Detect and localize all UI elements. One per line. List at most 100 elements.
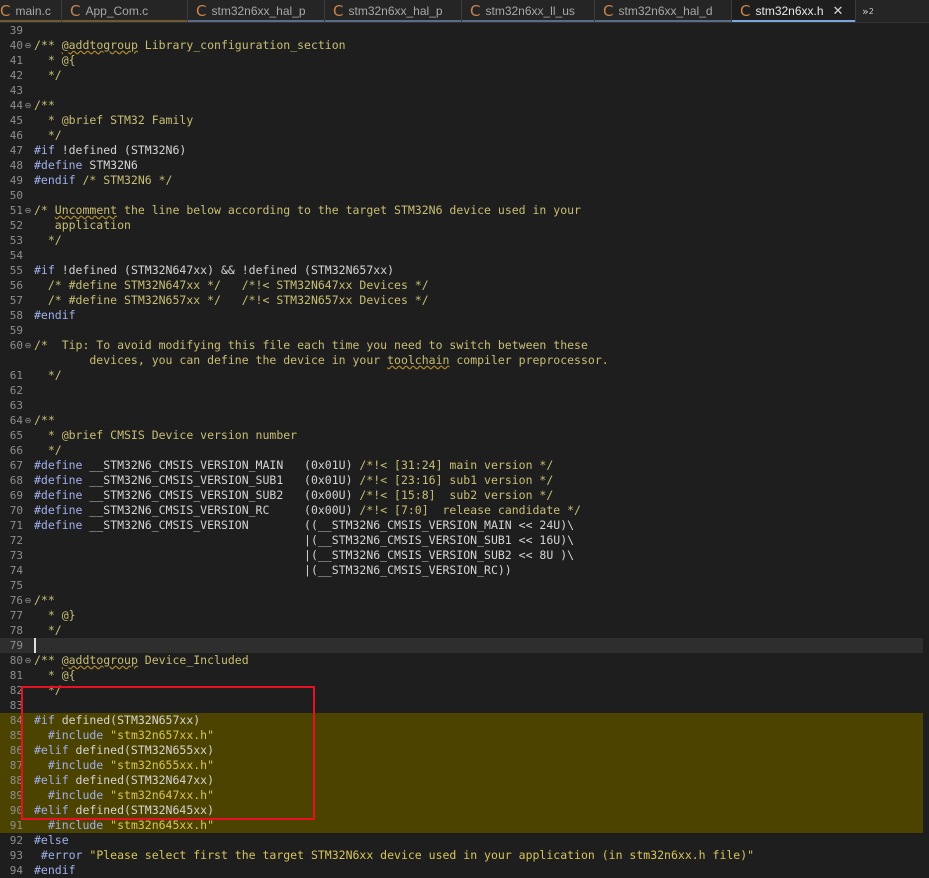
code-line[interactable]: 93 #error "Please select first the targe…	[0, 848, 929, 863]
code-line[interactable]: 92 #else	[0, 833, 929, 848]
fold-collapse-icon[interactable]: ⊖	[24, 593, 32, 608]
code-line[interactable]: 77 * @}	[0, 608, 929, 623]
code-text: /** @addtogroup Library_configuration_se…	[34, 38, 346, 53]
tab-stm32n6xx-hal-p[interactable]: Cstm32n6xx_hal_p	[188, 0, 325, 22]
code-line[interactable]: 70 #define __STM32N6_CMSIS_VERSION_RC (0x…	[0, 503, 929, 518]
code-text: #error "Please select first the target S…	[34, 848, 754, 863]
tab-overflow-chevron-icon: »	[862, 4, 869, 18]
code-line[interactable]: 47 #if !defined (STM32N6)	[0, 143, 929, 158]
code-line[interactable]: 39	[0, 23, 929, 38]
code-line[interactable]: 56 /* #define STM32N647xx */ /*!< STM32N…	[0, 278, 929, 293]
code-line[interactable]: 65 * @brief CMSIS Device version number	[0, 428, 929, 443]
code-line[interactable]: 51 ⊖/* Uncomment the line below according…	[0, 203, 929, 218]
code-token: /* STM32N6 */	[75, 173, 173, 187]
line-number: 87	[9, 759, 23, 772]
code-line[interactable]: 44 ⊖/**	[0, 98, 929, 113]
tab-main-c[interactable]: Cmain.c	[0, 0, 62, 22]
code-token: */	[34, 233, 62, 247]
code-line[interactable]: 71 #define __STM32N6_CMSIS_VERSION ((__ST…	[0, 518, 929, 533]
code-line[interactable]: 80 ⊖/** @addtogroup Device_Included	[0, 653, 929, 668]
line-number: 72	[9, 534, 23, 547]
close-tab-icon[interactable]: ✕	[833, 4, 844, 19]
line-number: 58	[9, 309, 23, 322]
code-line[interactable]: 57 /* #define STM32N657xx */ /*!< STM32N…	[0, 293, 929, 308]
code-token: @addtogroup	[61, 653, 138, 667]
tab-underline	[595, 20, 731, 22]
fold-collapse-icon[interactable]: ⊖	[24, 98, 32, 113]
line-number: 74	[9, 564, 23, 577]
code-line[interactable]: 54	[0, 248, 929, 263]
fold-collapse-icon[interactable]: ⊖	[24, 38, 32, 53]
code-line[interactable]: 81 * @{	[0, 668, 929, 683]
vertical-scrollbar[interactable]	[923, 23, 929, 864]
code-line[interactable]: 58 #endif	[0, 308, 929, 323]
code-line[interactable]: 72 |(__STM32N6_CMSIS_VERSION_SUB1 << 16U…	[0, 533, 929, 548]
code-token: * @brief STM32 Family	[34, 113, 194, 127]
code-line[interactable]: 53 */	[0, 233, 929, 248]
line-number: 92	[9, 834, 23, 847]
code-line[interactable]: 55 #if !defined (STM32N647xx) && !defined…	[0, 263, 929, 278]
annotation-highlight-box	[21, 686, 315, 820]
tab-underline	[325, 20, 461, 22]
tab-stm32n6xx-h[interactable]: Cstm32n6xx.h ✕	[732, 0, 856, 22]
tab-stm32n6xx-hal-d[interactable]: Cstm32n6xx_hal_d	[595, 0, 732, 22]
code-line[interactable]: 41 * @{	[0, 53, 929, 68]
line-number: 46	[9, 129, 23, 142]
code-line[interactable]: 63	[0, 398, 929, 413]
code-text: /* #define STM32N647xx */ /*!< STM32N647…	[34, 278, 429, 293]
c-file-icon: C	[0, 2, 11, 20]
code-token: |(__STM32N6_CMSIS_VERSION_RC))	[34, 563, 512, 577]
code-token: /**	[34, 98, 55, 112]
line-number: 77	[9, 609, 23, 622]
code-line[interactable]: 42 */	[0, 68, 929, 83]
code-line[interactable]: 50	[0, 188, 929, 203]
line-number: 94	[9, 864, 23, 877]
code-line[interactable]: 49 #endif /* STM32N6 */	[0, 173, 929, 188]
code-line[interactable]: 64 ⊖/**	[0, 413, 929, 428]
fold-collapse-icon[interactable]: ⊖	[24, 413, 32, 428]
code-token: * @}	[34, 608, 76, 622]
tab-overflow-button[interactable]: » 2	[856, 0, 874, 22]
code-token: #endif	[34, 308, 76, 322]
code-line[interactable]: 45 * @brief STM32 Family	[0, 113, 929, 128]
editor-tab-bar: Cmain.c C App_Com.c Cstm32n6xx_hal_p Cstm32n…	[0, 0, 929, 23]
code-line[interactable]: 69 #define __STM32N6_CMSIS_VERSION_SUB2 (…	[0, 488, 929, 503]
code-token: * @{	[34, 668, 76, 682]
code-line[interactable]: 43	[0, 83, 929, 98]
code-line[interactable]: 75	[0, 578, 929, 593]
code-line[interactable]: 61 */	[0, 368, 929, 383]
c-file-icon: C	[70, 2, 81, 20]
code-line[interactable]: 62	[0, 383, 929, 398]
code-line[interactable]: 94 #endif	[0, 863, 929, 878]
code-line[interactable]: 52 application	[0, 218, 929, 233]
code-line[interactable]: 78 */	[0, 623, 929, 638]
code-line[interactable]: 79	[0, 638, 929, 653]
code-line[interactable]: 73 |(__STM32N6_CMSIS_VERSION_SUB2 << 8U …	[0, 548, 929, 563]
code-line[interactable]: 48 #define STM32N6	[0, 158, 929, 173]
c-file-icon: C	[470, 2, 481, 20]
code-line[interactable]: 59	[0, 323, 929, 338]
fold-collapse-icon[interactable]: ⊖	[24, 203, 32, 218]
code-line[interactable]: devices, you can define the device in yo…	[0, 353, 929, 368]
code-line[interactable]: 67 #define __STM32N6_CMSIS_VERSION_MAIN (…	[0, 458, 929, 473]
tab-app-com-c[interactable]: C App_Com.c	[62, 0, 188, 22]
code-line[interactable]: 76 ⊖/**	[0, 593, 929, 608]
code-token: #define	[34, 488, 83, 502]
code-token: /* #define STM32N647xx */ /*!< STM32N647…	[34, 278, 429, 292]
code-line[interactable]: 46 */	[0, 128, 929, 143]
code-token: #define	[34, 518, 83, 532]
c-file-icon: C	[333, 2, 344, 20]
line-number: 83	[9, 699, 23, 712]
fold-collapse-icon[interactable]: ⊖	[24, 338, 32, 353]
code-line[interactable]: 40 ⊖/** @addtogroup Library_configuration…	[0, 38, 929, 53]
code-token: #if	[34, 143, 55, 157]
code-line[interactable]: 74 |(__STM32N6_CMSIS_VERSION_RC))	[0, 563, 929, 578]
code-line[interactable]: 91 #include "stm32n645xx.h"	[0, 818, 929, 833]
code-line[interactable]: 66 */	[0, 443, 929, 458]
code-token: */	[34, 68, 62, 82]
code-line[interactable]: 60 ⊖/* Tip: To avoid modifying this file …	[0, 338, 929, 353]
tab-stm32n6xx-hal-p[interactable]: Cstm32n6xx_hal_p	[325, 0, 462, 22]
tab-stm32n6xx-ll-us[interactable]: Cstm32n6xx_ll_us	[462, 0, 595, 22]
fold-collapse-icon[interactable]: ⊖	[24, 653, 32, 668]
code-line[interactable]: 68 #define __STM32N6_CMSIS_VERSION_SUB1 (…	[0, 473, 929, 488]
